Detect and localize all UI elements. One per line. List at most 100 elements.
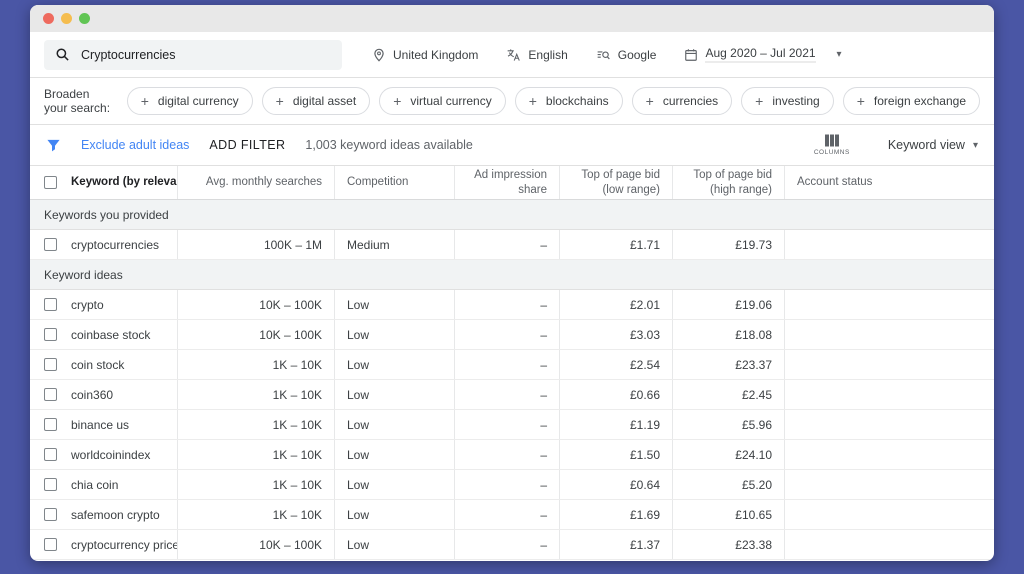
chip-label: foreign exchange bbox=[873, 94, 966, 108]
competition-cell: Low bbox=[335, 350, 455, 379]
broaden-chip-virtual-currency[interactable]: + virtual currency bbox=[379, 87, 506, 115]
bid-high-cell: £18.08 bbox=[673, 320, 785, 349]
bid-low-cell: £1.37 bbox=[560, 530, 673, 559]
competition-cell: Medium bbox=[335, 230, 455, 259]
ad-share-cell: – bbox=[455, 410, 560, 439]
bid-high-cell: £19.73 bbox=[673, 230, 785, 259]
bid-low-cell: £2.01 bbox=[560, 290, 673, 319]
bid-low-cell: £2.54 bbox=[560, 350, 673, 379]
row-checkbox[interactable] bbox=[44, 508, 57, 521]
columns-button[interactable]: COLUMNS bbox=[814, 134, 850, 156]
row-checkbox[interactable] bbox=[44, 418, 57, 431]
section-header-keyword-ideas: Keyword ideas bbox=[30, 260, 994, 290]
date-range-setting[interactable]: Aug 2020 – Jul 2021 ▾ bbox=[684, 46, 842, 63]
ad-share-cell: – bbox=[455, 290, 560, 319]
account-status-cell bbox=[785, 290, 994, 319]
keyword-cell: coinbase stock bbox=[71, 327, 151, 342]
minimize-window-button[interactable] bbox=[61, 13, 72, 24]
targeting-toolbar: Cryptocurrencies United Kingdom English bbox=[30, 32, 994, 78]
account-status-cell bbox=[785, 230, 994, 259]
close-window-button[interactable] bbox=[43, 13, 54, 24]
chip-label: digital currency bbox=[157, 94, 239, 108]
avg-searches-cell: 1K – 10K bbox=[178, 380, 335, 409]
section-header-keywords-you-provided: Keywords you provided bbox=[30, 200, 994, 230]
targeting-settings: United Kingdom English Google Aug 2020 –… bbox=[372, 46, 842, 63]
bid-high-cell: £24.10 bbox=[673, 440, 785, 469]
keyword-view-dropdown[interactable]: Keyword view ▾ bbox=[888, 138, 978, 152]
bid-high-cell: £5.20 bbox=[673, 470, 785, 499]
search-value: Cryptocurrencies bbox=[81, 47, 176, 62]
plus-icon: + bbox=[140, 93, 149, 109]
table-row: chia coin 1K – 10K Low – £0.64 £5.20 bbox=[30, 470, 994, 500]
columns-label: COLUMNS bbox=[813, 149, 850, 156]
bid-low-cell: £0.66 bbox=[560, 380, 673, 409]
broaden-chip-digital-currency[interactable]: + digital currency bbox=[126, 87, 253, 115]
exclude-adult-ideas-filter[interactable]: Exclude adult ideas bbox=[81, 138, 189, 152]
bid-low-cell: £3.03 bbox=[560, 320, 673, 349]
language-setting[interactable]: English bbox=[506, 48, 568, 62]
account-status-cell bbox=[785, 440, 994, 469]
keyword-cell: safemoon crypto bbox=[71, 507, 160, 522]
broaden-chip-digital-asset[interactable]: + digital asset bbox=[261, 87, 371, 115]
network-setting[interactable]: Google bbox=[596, 47, 657, 62]
add-filter-button[interactable]: ADD FILTER bbox=[209, 138, 285, 152]
location-label: United Kingdom bbox=[393, 47, 479, 62]
header-account-status[interactable]: Account status bbox=[785, 166, 994, 199]
row-checkbox[interactable] bbox=[44, 238, 57, 251]
broaden-chip-currencies[interactable]: + currencies bbox=[631, 87, 733, 115]
bid-high-cell: £10.65 bbox=[673, 500, 785, 529]
row-checkbox[interactable] bbox=[44, 388, 57, 401]
select-all-checkbox[interactable] bbox=[44, 176, 57, 189]
keyword-cell: coin stock bbox=[71, 357, 125, 372]
table-header-row: Keyword (by relevance) Avg. monthly sear… bbox=[30, 165, 994, 200]
calendar-icon bbox=[685, 48, 698, 61]
browser-window: Cryptocurrencies United Kingdom English bbox=[30, 5, 994, 561]
ad-share-cell: – bbox=[455, 320, 560, 349]
competition-cell: Low bbox=[335, 290, 455, 319]
row-checkbox[interactable] bbox=[44, 448, 57, 461]
header-top-of-page-bid-low[interactable]: Top of page bid (low range) bbox=[560, 166, 673, 199]
plus-icon: + bbox=[393, 93, 402, 109]
row-checkbox[interactable] bbox=[44, 328, 57, 341]
row-checkbox[interactable] bbox=[44, 538, 57, 551]
broaden-chip-foreign-exchange[interactable]: + foreign exchange bbox=[842, 87, 980, 115]
keyword-search-input[interactable]: Cryptocurrencies bbox=[44, 39, 342, 70]
header-keyword[interactable]: Keyword (by relevance) bbox=[30, 166, 178, 199]
keyword-cell: worldcoinindex bbox=[71, 447, 151, 462]
competition-cell: Low bbox=[335, 380, 455, 409]
ad-share-cell: – bbox=[455, 440, 560, 469]
competition-cell: Low bbox=[335, 320, 455, 349]
broaden-chip-investing[interactable]: + investing bbox=[741, 87, 834, 115]
zoom-window-button[interactable] bbox=[79, 13, 90, 24]
filter-funnel-icon[interactable] bbox=[46, 138, 61, 153]
header-ad-impression-share[interactable]: Ad impression share bbox=[455, 166, 560, 199]
header-top-of-page-bid-high[interactable]: Top of page bid (high range) bbox=[673, 166, 785, 199]
ad-share-cell: – bbox=[455, 470, 560, 499]
location-setting[interactable]: United Kingdom bbox=[372, 48, 478, 62]
keyword-cell: coin360 bbox=[71, 387, 114, 402]
keyword-view-label: Keyword view bbox=[887, 138, 965, 152]
competition-cell: Low bbox=[335, 440, 455, 469]
competition-cell: Low bbox=[335, 500, 455, 529]
header-avg-monthly-searches[interactable]: Avg. monthly searches bbox=[178, 166, 335, 199]
keyword-cell: cryptocurrencies bbox=[71, 237, 160, 252]
bid-high-cell: £23.37 bbox=[673, 350, 785, 379]
bid-low-cell: £1.71 bbox=[560, 230, 673, 259]
ad-share-cell: – bbox=[455, 530, 560, 559]
network-label: Google bbox=[617, 47, 657, 62]
account-status-cell bbox=[785, 380, 994, 409]
account-status-cell bbox=[785, 410, 994, 439]
table-row: binance us 1K – 10K Low – £1.19 £5.96 bbox=[30, 410, 994, 440]
row-checkbox[interactable] bbox=[44, 298, 57, 311]
broaden-chip-blockchains[interactable]: + blockchains bbox=[514, 87, 623, 115]
avg-searches-cell: 100K – 1M bbox=[178, 230, 335, 259]
avg-searches-cell: 1K – 10K bbox=[178, 440, 335, 469]
table-row: safemoon crypto 1K – 10K Low – £1.69 £10… bbox=[30, 500, 994, 530]
row-checkbox[interactable] bbox=[44, 358, 57, 371]
keyword-cell: chia coin bbox=[71, 477, 119, 492]
bid-low-cell: £1.69 bbox=[560, 500, 673, 529]
row-checkbox[interactable] bbox=[44, 478, 57, 491]
header-competition[interactable]: Competition bbox=[335, 166, 455, 199]
section-label: Keywords you provided bbox=[44, 207, 169, 222]
table-view-controls: COLUMNS Keyword view ▾ bbox=[814, 134, 978, 156]
